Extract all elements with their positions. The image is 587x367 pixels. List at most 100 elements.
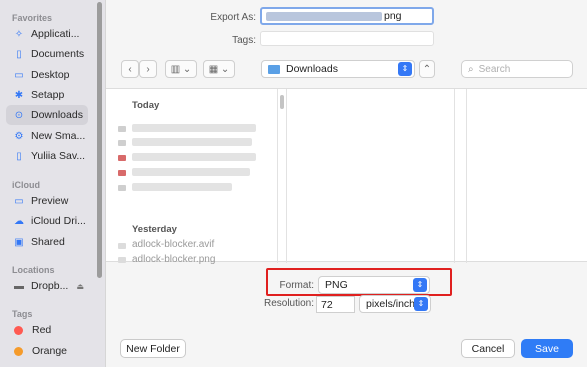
sidebar-item-label: Red <box>32 324 52 336</box>
sidebar-item-applications[interactable]: ✧ Applicati... <box>6 24 88 44</box>
chevron-up-down-icon: ⇕ <box>413 278 427 292</box>
sidebar-item-label: Downloads <box>31 109 83 121</box>
file-icon <box>118 126 126 132</box>
sidebar-item-desktop[interactable]: ▭ Desktop <box>6 65 88 85</box>
sidebar-item-label: Documents <box>31 48 85 60</box>
redacted-file[interactable] <box>132 153 256 161</box>
redacted-file[interactable] <box>132 168 250 176</box>
resolution-field[interactable]: 72 <box>316 296 355 313</box>
sidebar-item-label: Dropb... <box>31 280 69 292</box>
file-icon <box>118 155 126 161</box>
shared-folder-icon: ▣ <box>14 236 24 248</box>
document-icon: ▯ <box>16 48 22 60</box>
cloud-icon: ☁ <box>14 215 24 227</box>
tags-header: Tags <box>12 309 33 319</box>
chevron-right-icon: › <box>146 63 150 75</box>
column-scrollbar[interactable] <box>280 95 284 109</box>
save-button[interactable]: Save <box>521 339 573 358</box>
sidebar: Favorites ✧ Applicati... ▯ Documents ▭ D… <box>0 0 106 367</box>
search-field[interactable]: ⌕ Search <box>461 60 573 78</box>
sidebar-item-new-smart-folder[interactable]: ⚙ New Sma... <box>6 126 88 146</box>
drive-icon: ▬ <box>14 280 24 292</box>
chevron-up-icon: ⌃ <box>422 63 432 75</box>
tags-label: Tags: <box>232 35 256 46</box>
sidebar-scrollbar[interactable] <box>97 2 102 278</box>
column-divider <box>286 89 287 263</box>
chevron-left-icon: ‹ <box>128 63 132 75</box>
location-label: Downloads <box>286 63 338 75</box>
sidebar-item-label: Shared <box>31 236 65 248</box>
collapse-button[interactable]: ⌃ <box>419 60 435 78</box>
sidebar-item-label: New Sma... <box>31 130 86 142</box>
resolution-unit-popup[interactable]: pixels/inch ⇕ <box>359 295 431 313</box>
redacted-file[interactable] <box>132 124 256 132</box>
sidebar-item-label: iCloud Dri... <box>31 215 86 227</box>
search-icon: ⌕ <box>468 63 474 75</box>
file-icon <box>118 170 126 176</box>
eject-icon[interactable]: ⏏ <box>76 282 84 291</box>
redacted-file[interactable] <box>132 183 232 191</box>
format-popup[interactable]: PNG ⇕ <box>318 276 430 294</box>
folder-icon <box>268 64 280 74</box>
chevron-up-down-icon: ⇕ <box>398 62 412 76</box>
column-divider <box>454 89 455 263</box>
image-file-icon <box>118 257 126 263</box>
column-divider <box>277 89 278 263</box>
view-mode-button[interactable]: ▥ ⌄ <box>165 60 197 78</box>
chevron-up-down-icon: ⇕ <box>414 297 428 311</box>
export-as-label: Export As: <box>210 12 256 23</box>
file-icon <box>118 140 126 146</box>
location-popup[interactable]: Downloads ⇕ <box>261 60 415 78</box>
gear-icon: ⚙ <box>14 130 24 142</box>
setapp-icon: ✱ <box>14 89 24 101</box>
group-by-button[interactable]: ▦ ⌄ <box>203 60 235 78</box>
forward-button[interactable]: › <box>139 60 157 78</box>
sidebar-item-setapp[interactable]: ✱ Setapp <box>6 85 88 105</box>
sidebar-item-label: Yuliia Sav... <box>31 150 86 162</box>
filename-extension: png <box>384 10 402 22</box>
grid-icon: ▦ ⌄ <box>208 63 230 75</box>
sidebar-item-tag-orange[interactable]: Orange <box>6 341 88 361</box>
sidebar-item-label: Applicati... <box>31 28 80 40</box>
applications-icon: ✧ <box>14 28 24 40</box>
sidebar-item-icloud-drive[interactable]: ☁ iCloud Dri... <box>6 211 88 231</box>
file-row[interactable]: adlock-blocker.avif <box>132 239 214 250</box>
search-placeholder: Search <box>478 63 511 75</box>
sidebar-item-tag-red[interactable]: Red <box>6 320 88 340</box>
tags-field[interactable] <box>260 31 434 46</box>
sidebar-item-label: Setapp <box>31 89 65 101</box>
sidebar-item-dropbox[interactable]: ▬ Dropb... ⏏ <box>6 276 88 296</box>
sidebar-item-shared[interactable]: ▣ Shared <box>6 232 88 252</box>
file-row[interactable]: adlock-blocker.png <box>132 254 215 265</box>
desktop-icon: ▭ <box>14 69 24 81</box>
column-divider <box>466 89 467 263</box>
locations-header: Locations <box>12 265 55 275</box>
new-folder-button[interactable]: New Folder <box>120 339 186 358</box>
format-value: PNG <box>325 279 348 291</box>
favorites-header: Favorites <box>12 13 53 23</box>
resolution-unit-value: pixels/inch <box>366 298 416 310</box>
redacted-file[interactable] <box>132 138 252 146</box>
back-button[interactable]: ‹ <box>121 60 139 78</box>
export-filename-field[interactable]: png <box>260 7 434 25</box>
sidebar-item-yuliia[interactable]: ▯ Yuliia Sav... <box>6 146 88 166</box>
sidebar-item-preview[interactable]: ▭ Preview <box>6 191 88 211</box>
redacted-filename <box>266 12 382 21</box>
columns-view-icon: ▥ ⌄ <box>170 63 192 75</box>
red-tag-icon <box>14 325 23 335</box>
resolution-label: Resolution: <box>263 298 314 309</box>
document-icon: ▯ <box>16 150 22 162</box>
image-file-icon <box>118 243 126 249</box>
sidebar-item-documents[interactable]: ▯ Documents <box>6 44 88 64</box>
sidebar-item-label: Desktop <box>31 69 70 81</box>
sidebar-item-label: Preview <box>31 195 69 207</box>
cancel-button[interactable]: Cancel <box>461 339 515 358</box>
file-icon <box>118 185 126 191</box>
save-dialog-main: Export As: png Tags: ‹ › ▥ ⌄ ▦ ⌄ Downloa… <box>106 0 587 367</box>
folder-icon: ▭ <box>14 195 24 207</box>
sidebar-item-downloads[interactable]: ⊙ Downloads <box>6 105 88 125</box>
group-header-today: Today <box>132 100 160 111</box>
file-browser: Today Yesterday adlock-blocker.avif adlo… <box>106 88 587 265</box>
orange-tag-icon <box>14 346 23 356</box>
format-label: Format: <box>279 280 314 291</box>
